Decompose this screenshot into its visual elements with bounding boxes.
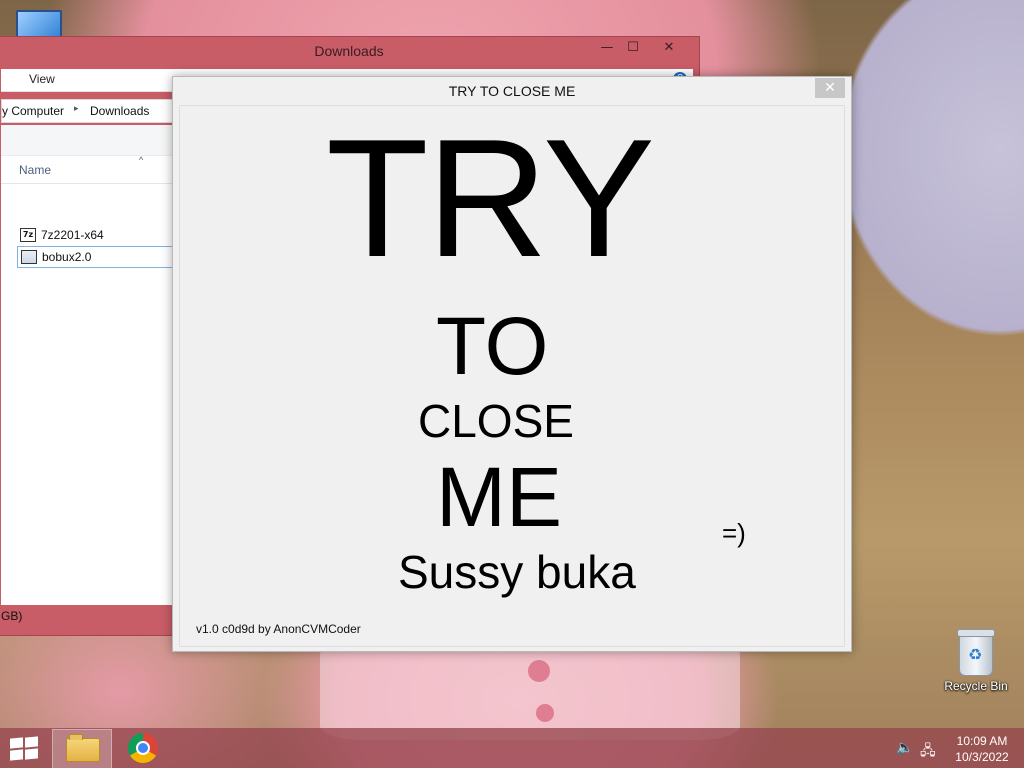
dialog-title: TRY TO CLOSE ME <box>448 83 576 99</box>
column-header-name[interactable]: Name <box>19 163 51 177</box>
chevron-right-icon[interactable]: ▸ <box>74 103 79 114</box>
taskbar: 🔈 🖧 10:09 AM 10/3/2022 <box>0 728 1024 769</box>
breadcrumb-computer[interactable]: y Computer <box>2 104 64 118</box>
file-name: bobux2.0 <box>42 250 92 264</box>
text-try: TRY <box>326 104 655 292</box>
sort-arrow-icon: ^ <box>139 155 144 165</box>
taskbar-file-explorer[interactable] <box>52 729 112 769</box>
maximize-button[interactable]: ☐ <box>619 37 647 59</box>
archive-icon: 7z <box>20 228 36 242</box>
clock-date: 10/3/2022 <box>955 750 1009 764</box>
clock-time: 10:09 AM <box>956 734 1008 748</box>
wallpaper-dot <box>536 704 554 722</box>
recycle-bin[interactable]: Recycle Bin <box>938 628 1014 693</box>
chrome-icon-center <box>136 741 150 755</box>
text-me: ME <box>436 450 562 544</box>
volume-muted-icon[interactable]: 🔈 <box>896 740 913 756</box>
recycle-bin-icon[interactable] <box>957 629 995 676</box>
explorer-titlebar[interactable]: Downloads — ☐ ✕ <box>0 37 699 65</box>
system-clock[interactable]: 10:09 AM 10/3/2022 <box>948 733 1016 765</box>
close-button[interactable]: ✕ <box>655 37 683 59</box>
breadcrumb-downloads[interactable]: Downloads <box>90 104 149 118</box>
dialog-close-button[interactable]: ✕ <box>815 78 845 98</box>
status-bar-text: GB) <box>1 609 23 623</box>
recycle-bin-label: Recycle Bin <box>944 679 1008 693</box>
text-close: CLOSE <box>418 395 574 447</box>
executable-icon <box>21 250 37 264</box>
version-label: v1.0 c0d9d by AnonCVMCoder <box>196 622 361 636</box>
network-icon[interactable]: 🖧 <box>920 740 936 764</box>
prank-dialog: TRY TO CLOSE ME ✕ TRY TO CLOSE ME =) Sus… <box>172 76 852 652</box>
text-smiley: =) <box>722 518 746 548</box>
minimize-button[interactable]: — <box>593 37 621 59</box>
tab-view[interactable]: View <box>29 72 55 86</box>
text-subtitle: Sussy buka <box>398 546 636 598</box>
taskbar-chrome[interactable] <box>128 733 158 763</box>
dialog-client-area: TRY TO CLOSE ME =) Sussy buka v1.0 c0d9d… <box>179 105 845 647</box>
folder-icon <box>66 734 100 762</box>
file-name: 7z2201-x64 <box>41 228 104 242</box>
wallpaper-dot <box>528 660 550 682</box>
text-to: TO <box>436 301 549 392</box>
windows-start-icon[interactable] <box>10 736 38 761</box>
